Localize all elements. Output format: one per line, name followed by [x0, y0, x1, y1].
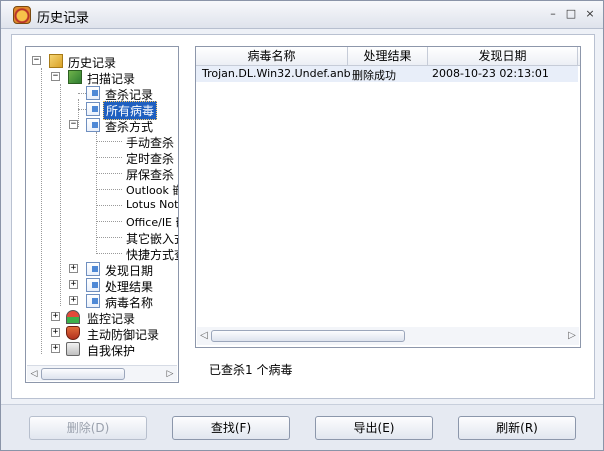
expand-toggle[interactable]: +: [69, 264, 78, 273]
tree-guide-line: [78, 99, 79, 127]
tree-item-label: 病毒名称: [105, 296, 154, 310]
history-tree[interactable]: − 历史记录 − 扫描记录 查杀记录 所有病毒 − 查杀方式 手动查杀 定时查杀…: [25, 46, 179, 383]
tree-guide-line: [96, 132, 97, 252]
list-horizontal-scrollbar[interactable]: ◁ ▷: [197, 327, 579, 345]
lock-icon: [66, 342, 80, 356]
close-button[interactable]: ×: [583, 7, 597, 21]
history-folder-icon: [49, 54, 63, 68]
umbrella-monitor-icon: [66, 310, 80, 324]
tree-item-label: Outlook 嵌: [126, 184, 179, 197]
tree-item-label: Office/IE 嵌: [126, 216, 178, 229]
tree-guide-line: [41, 68, 42, 354]
tree-item-label: 其它嵌入式: [126, 232, 178, 246]
cell-virus-name: Trojan.DL.Win32.Undef.anb: [202, 67, 351, 80]
document-icon: [86, 86, 100, 100]
list-header: 病毒名称 处理结果 发现日期: [196, 47, 580, 66]
tree-item-label: 历史记录: [68, 56, 117, 70]
minimize-button[interactable]: –: [546, 7, 560, 21]
window-title: 历史记录: [37, 11, 90, 26]
tree-item-label: 快捷方式查: [126, 248, 178, 262]
column-header-result[interactable]: 处理结果: [348, 47, 428, 66]
scroll-thumb[interactable]: [41, 368, 125, 380]
expand-toggle[interactable]: +: [69, 296, 78, 305]
scroll-left-icon[interactable]: ◁: [197, 329, 211, 343]
scroll-left-icon[interactable]: ◁: [27, 367, 41, 381]
collapse-toggle[interactable]: −: [69, 120, 78, 129]
find-button[interactable]: 查找(F): [172, 416, 290, 440]
tree-horizontal-scrollbar[interactable]: ◁ ▷: [27, 365, 177, 381]
scroll-right-icon[interactable]: ▷: [565, 329, 579, 343]
tree-item-label: 手动查杀: [126, 136, 175, 150]
document-icon: [86, 262, 100, 276]
tree-item-label: 监控记录: [87, 312, 136, 326]
export-button[interactable]: 导出(E): [315, 416, 433, 440]
virus-list[interactable]: 病毒名称 处理结果 发现日期 Trojan.DL.Win32.Undef.anb…: [195, 46, 581, 348]
tree-item-label: 屏保查杀: [126, 168, 175, 182]
scroll-right-icon[interactable]: ▷: [163, 367, 177, 381]
tree-item-label: 扫描记录: [87, 72, 136, 86]
column-header-virus-name[interactable]: 病毒名称: [196, 47, 348, 66]
document-icon: [86, 102, 100, 116]
delete-button[interactable]: 删除(D): [29, 416, 147, 440]
scan-records-icon: [68, 70, 82, 84]
collapse-toggle[interactable]: −: [51, 72, 60, 81]
expand-toggle[interactable]: +: [69, 280, 78, 289]
scroll-thumb[interactable]: [211, 330, 405, 342]
status-text: 已查杀1 个病毒: [209, 363, 293, 377]
title-bar[interactable]: 历史记录 – □ ×: [1, 1, 603, 29]
tree-item-label: 自我保护: [87, 344, 136, 358]
app-logo-icon: [13, 6, 31, 24]
expand-toggle[interactable]: +: [51, 344, 60, 353]
column-header-found-date[interactable]: 发现日期: [428, 47, 578, 66]
expand-toggle[interactable]: +: [51, 328, 60, 337]
defense-hand-icon: [66, 326, 80, 340]
document-icon: [86, 294, 100, 308]
refresh-button[interactable]: 刷新(R): [458, 416, 576, 440]
history-window: 历史记录 – □ × − 历史记录 − 扫描记录 查杀记录 所有病毒 − 查杀方…: [0, 0, 604, 451]
tree-item-label: 主动防御记录: [87, 328, 160, 342]
collapse-toggle[interactable]: −: [32, 56, 41, 65]
document-icon: [86, 278, 100, 292]
table-row[interactable]: Trojan.DL.Win32.Undef.anb 删除成功 2008-10-2…: [196, 66, 578, 82]
cell-found-date: 2008-10-23 02:13:01: [432, 67, 549, 80]
document-icon: [86, 118, 100, 132]
tree-guide-line: [60, 84, 61, 306]
cell-result: 删除成功: [352, 69, 396, 82]
button-bar: 删除(D) 查找(F) 导出(E) 刷新(R): [1, 404, 603, 450]
tree-item-label: 查杀方式: [105, 120, 154, 134]
maximize-button[interactable]: □: [564, 7, 578, 21]
tree-item-label: Lotus Note: [126, 198, 179, 211]
tree-item-label: 处理结果: [105, 280, 154, 294]
tree-item-label: 定时查杀: [126, 152, 175, 166]
tree-item-label: 发现日期: [105, 264, 154, 278]
expand-toggle[interactable]: +: [51, 312, 60, 321]
